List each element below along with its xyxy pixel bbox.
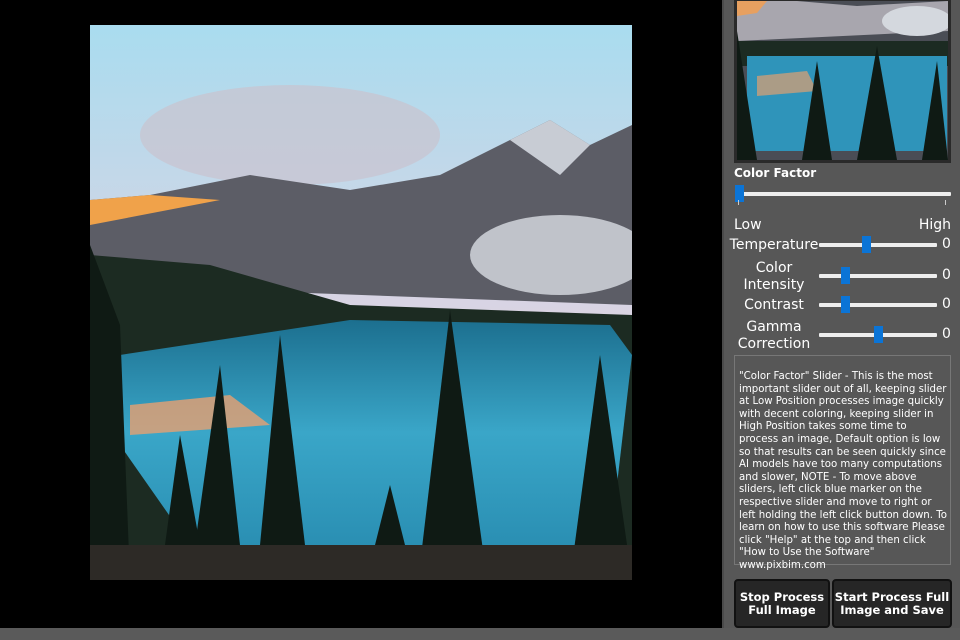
control-panel: Color Factor Low High Temperature 0 Color… — [724, 0, 960, 628]
slider-thumb[interactable] — [862, 236, 872, 253]
high-label: High — [918, 217, 951, 233]
low-label: Low — [734, 217, 762, 233]
color-factor-slider-thumb[interactable] — [735, 185, 744, 202]
slider-value: 0 — [942, 326, 951, 342]
stop-process-button[interactable]: Stop Process Full Image — [734, 579, 830, 628]
landscape-image — [90, 25, 632, 580]
start-process-save-button[interactable]: Start Process Full Image and Save — [832, 579, 952, 628]
preview-thumbnail — [734, 0, 951, 163]
slider-thumb[interactable] — [874, 326, 883, 343]
slider-value: 0 — [942, 236, 951, 252]
slider-label: Temperature — [729, 237, 819, 253]
slider-label: Contrast — [744, 297, 804, 313]
help-text: "Color Factor" Slider - This is the most… — [734, 355, 951, 571]
slider-2[interactable] — [819, 296, 937, 313]
color-factor-label: Color Factor — [734, 166, 817, 180]
slider-label: Gamma Correction — [737, 319, 811, 352]
slider-value: 0 — [942, 267, 951, 283]
slider-3[interactable] — [819, 326, 937, 343]
status-bar — [0, 628, 960, 640]
image-canvas — [0, 0, 722, 628]
slider-label: Color Intensity — [743, 260, 805, 293]
slider-0[interactable] — [819, 236, 937, 253]
tick-mark — [945, 200, 946, 205]
slider-value: 0 — [942, 296, 951, 312]
slider-thumb[interactable] — [840, 296, 850, 313]
main-photo — [90, 25, 632, 580]
slider-1[interactable] — [819, 267, 937, 284]
slider-thumb[interactable] — [840, 267, 850, 284]
color-factor-slider[interactable] — [735, 185, 951, 202]
thumbnail-image — [737, 1, 948, 160]
tick-mark — [738, 200, 739, 205]
